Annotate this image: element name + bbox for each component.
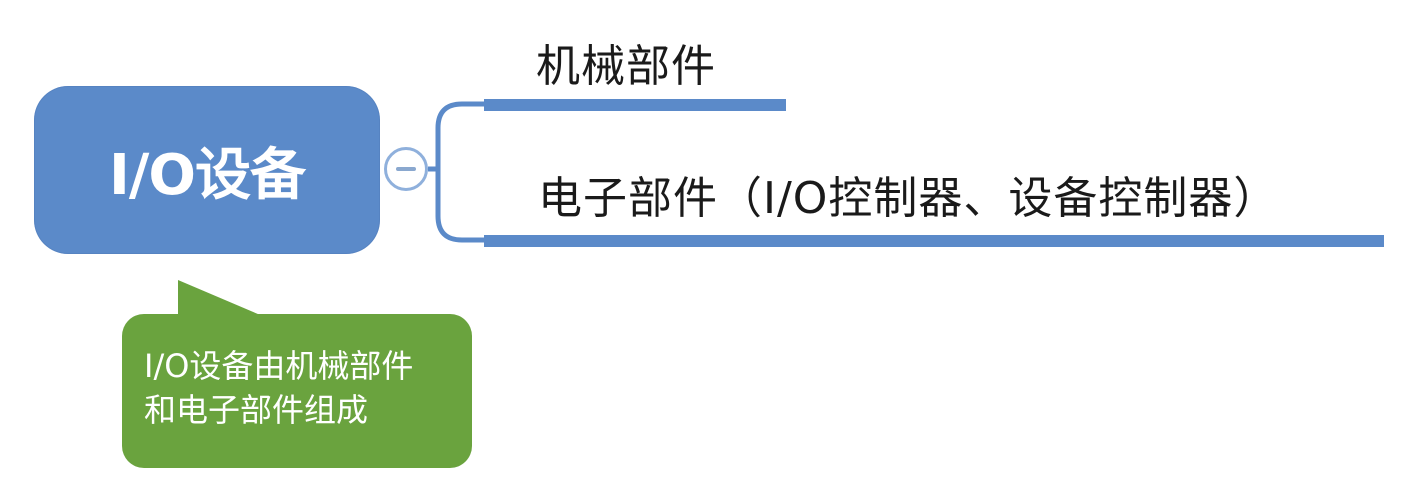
root-topic-node[interactable]: I/O设备 [34, 86, 380, 254]
minus-icon [396, 167, 416, 171]
branch-underline-1 [484, 99, 786, 111]
mind-map-canvas: I/O设备 机械部件 电子部件（I/O控制器、设备控制器） I/O设备由机械部件… [0, 0, 1419, 492]
branch-topic-electronic[interactable]: 电子部件（I/O控制器、设备控制器） [538, 162, 1278, 226]
collapse-toggle-button[interactable] [384, 147, 428, 191]
branch-underline-2 [484, 235, 1384, 247]
branch-connector-lower [435, 169, 488, 243]
branch-topic-mechanical[interactable]: 机械部件 [536, 30, 716, 94]
root-topic-label: I/O设备 [109, 142, 306, 208]
note-callout[interactable]: I/O设备由机械部件 和电子部件组成 [122, 314, 472, 468]
branch-connector [428, 101, 488, 172]
note-text: I/O设备由机械部件 和电子部件组成 [144, 347, 414, 429]
